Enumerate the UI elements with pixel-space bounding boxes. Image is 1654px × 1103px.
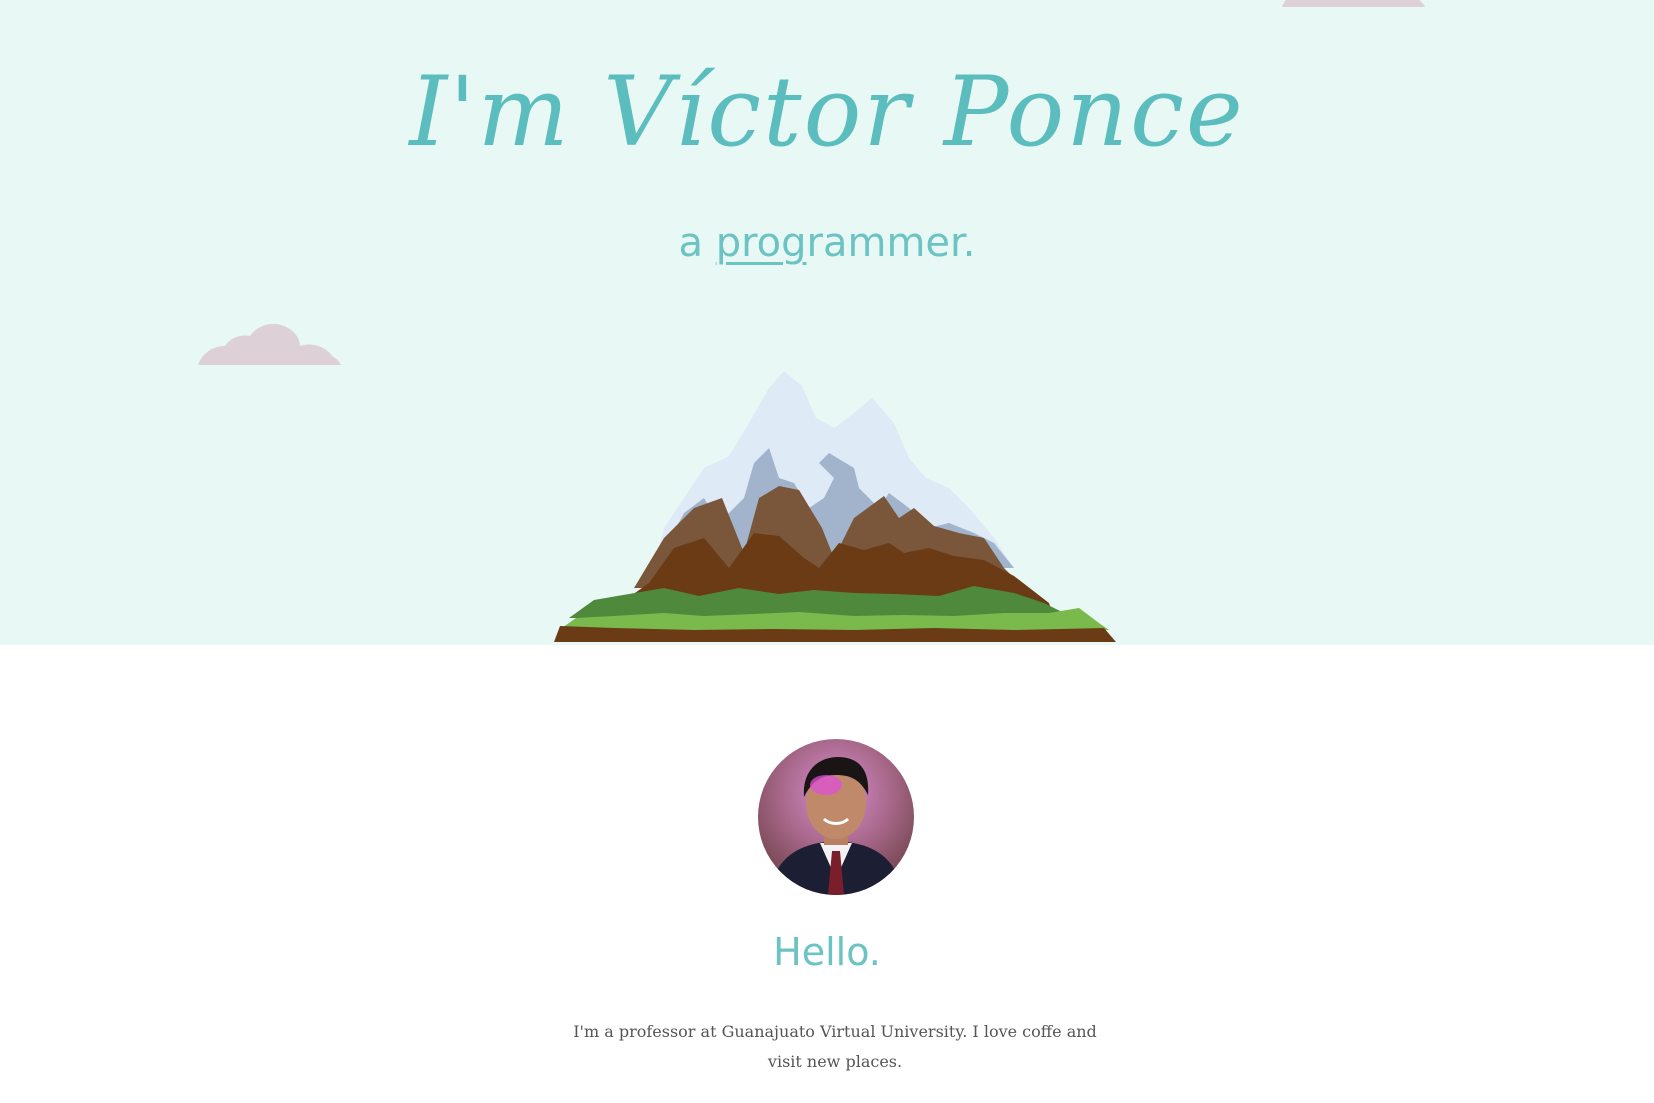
hero-section: I'm Víctor Ponce a programmer.: [0, 0, 1654, 645]
cloud-icon: [198, 323, 341, 365]
profile-photo: [758, 739, 914, 895]
hero-subtitle: a programmer.: [0, 218, 1654, 268]
subtitle-rest: rammer.: [806, 220, 976, 266]
cloud-icon: [1282, 0, 1425, 7]
about-heading: Hello.: [773, 930, 881, 974]
mountain-illustration: [554, 371, 1116, 642]
subtitle-prefix: a: [678, 220, 716, 266]
about-section: Hello. I'm a professor at Guanajuato Vir…: [0, 645, 1654, 1103]
subtitle-typed-text: prog: [715, 220, 807, 266]
page-title: I'm Víctor Ponce: [409, 56, 1245, 168]
about-bio: I'm a professor at Guanajuato Virtual Un…: [573, 1022, 1097, 1071]
